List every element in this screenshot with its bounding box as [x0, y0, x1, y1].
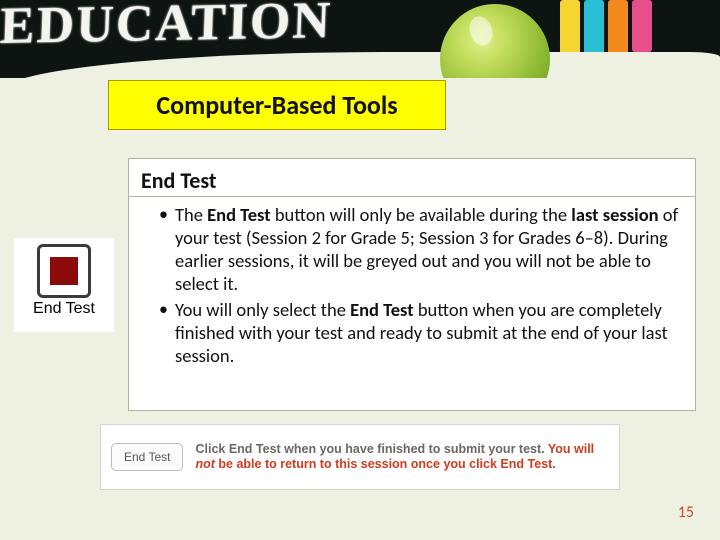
text: button will only be available during the [271, 203, 572, 226]
crayon-cyan [584, 0, 604, 60]
end-test-icon-label: End Test [14, 300, 114, 318]
end-test-icon-card: End Test [14, 238, 114, 332]
footer-red-text: be able to return to this session once y… [215, 457, 556, 471]
footer-red-text: You will [548, 442, 594, 456]
footer-warning: Click End Test when you have finished to… [195, 442, 609, 473]
header-curve [0, 52, 720, 78]
end-test-button[interactable]: End Test [111, 443, 183, 471]
section-heading: End Test [141, 167, 683, 194]
title-box: Computer-Based Tools [108, 80, 446, 130]
footer-example: End Test Click End Test when you have fi… [100, 424, 620, 490]
text-bold: End Test [207, 203, 271, 226]
crayon-orange [608, 0, 628, 56]
text: The [175, 203, 207, 226]
text-bold: last session [571, 203, 658, 226]
page-number: 15 [678, 503, 694, 522]
slide-title: Computer-Based Tools [156, 89, 397, 121]
bullet-list: The End Test button will only be availab… [141, 203, 683, 367]
content-panel: End Test The End Test button will only b… [128, 158, 696, 411]
chalk-word: EDUCATION [0, 0, 333, 56]
text-bold: End Test [350, 298, 414, 321]
footer-red-italic: not [195, 457, 214, 471]
apple-graphic [440, 0, 550, 78]
divider [129, 196, 695, 197]
stop-icon [37, 244, 91, 298]
slide: EDUCATION Computer-Based Tools End Test … [0, 0, 720, 540]
bullet-1: The End Test button will only be availab… [159, 203, 683, 296]
footer-grey-text: Click End Test when you have finished to… [195, 442, 547, 456]
bullet-2: You will only select the End Test button… [159, 298, 683, 367]
crayon-pink [632, 0, 652, 52]
header-banner: EDUCATION [0, 0, 720, 78]
text: You will only select the [175, 298, 350, 321]
